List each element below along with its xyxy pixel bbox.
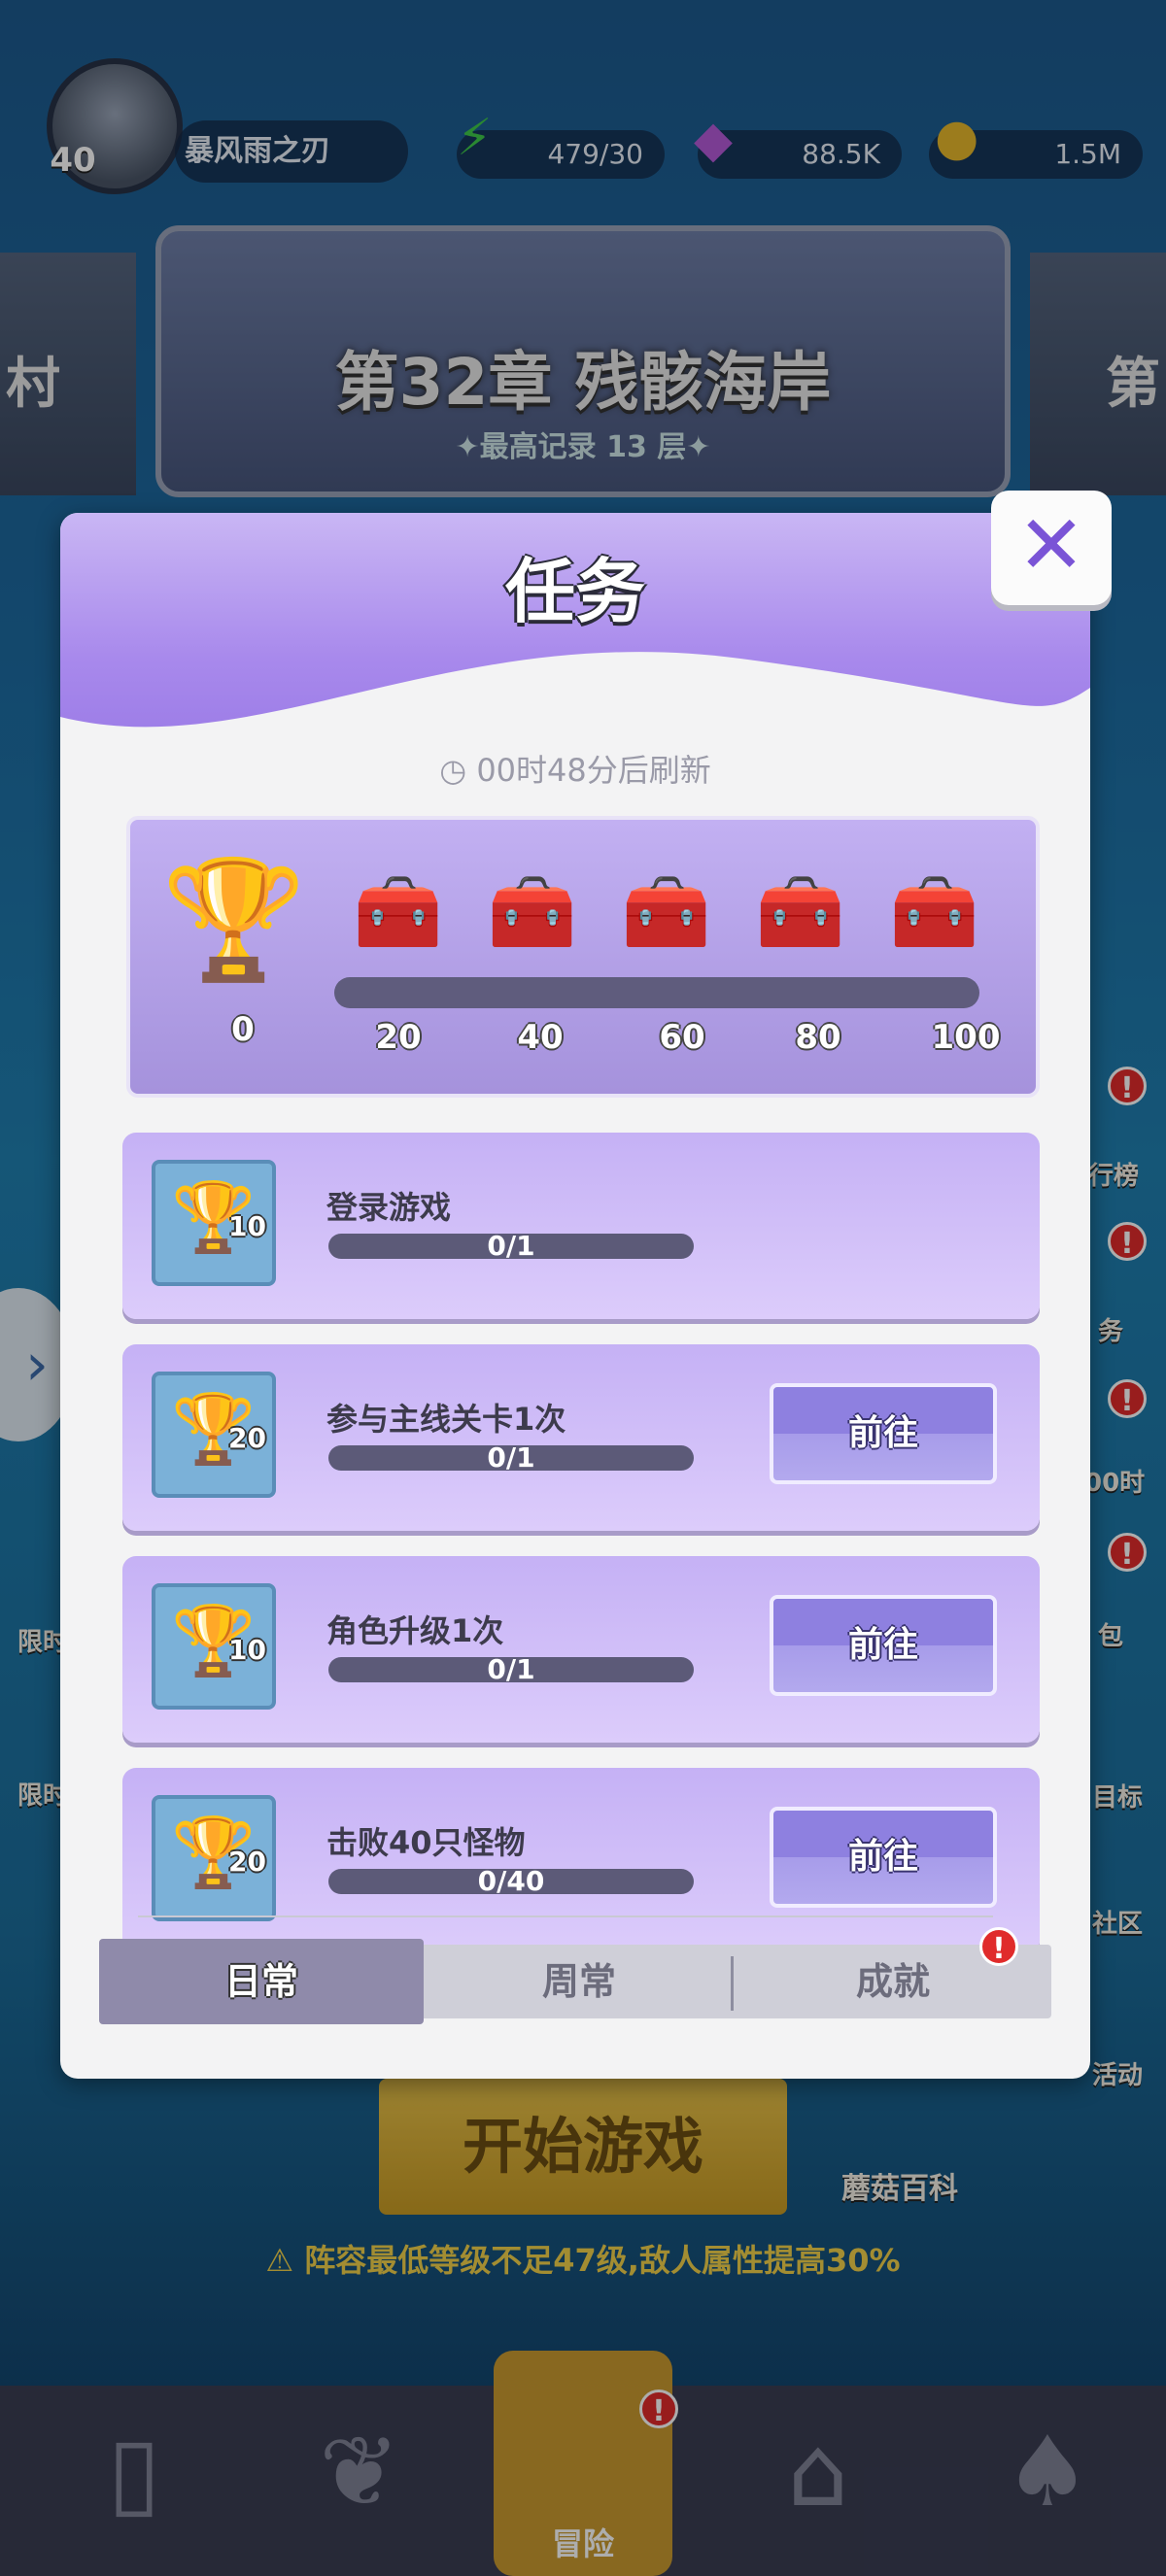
trophy-icon: 🏆 (161, 853, 307, 988)
task-item: 🏆 10 登录游戏 0/1 (122, 1133, 1040, 1319)
milestone-20: 20 (375, 1018, 422, 1057)
tab-separator (731, 1956, 734, 2011)
go-button[interactable]: 前往 (770, 1383, 997, 1484)
chest-icon[interactable]: 🧰 (620, 868, 713, 956)
chest-icon[interactable]: 🧰 (486, 868, 579, 956)
task-progress: 0/40 (328, 1868, 694, 1895)
tab-divider (138, 1915, 993, 1917)
chest-icon[interactable]: 🧰 (888, 868, 981, 956)
refresh-timer: ◷ 00时48分后刷新 (439, 752, 711, 789)
chest-icon[interactable]: 🧰 (754, 868, 847, 956)
milestone-100: 100 (931, 1018, 1001, 1057)
task-item: 🏆 20 击败40只怪物 0/40 前往 (122, 1768, 1040, 1947)
task-modal: 任务 ◷ 00时48分后刷新 🏆 0 🧰 🧰 🧰 🧰 🧰 20 40 60 80… (60, 513, 1090, 2079)
tab-daily[interactable]: 日常 (99, 1939, 424, 2024)
task-progress: 0/1 (328, 1656, 694, 1683)
task-progress: 0/1 (328, 1233, 694, 1260)
milestone-60: 60 (659, 1018, 705, 1057)
task-progress: 0/1 (328, 1444, 694, 1472)
task-name: 参与主线关卡1次 (326, 1401, 566, 1438)
chest-icon[interactable]: 🧰 (352, 868, 445, 956)
clock-icon: ◷ (439, 752, 467, 789)
go-button[interactable]: 前往 (770, 1807, 997, 1908)
alert-icon: ! (979, 1927, 1018, 1966)
task-name: 击败40只怪物 (326, 1824, 526, 1861)
task-item: 🏆 10 角色升级1次 0/1 前往 (122, 1556, 1040, 1743)
trophy-icon: 🏆 10 (152, 1160, 276, 1286)
tab-weekly[interactable]: 周常 (424, 1945, 735, 2018)
trophy-icon: 🏆 20 (152, 1795, 276, 1921)
task-name: 登录游戏 (326, 1189, 452, 1226)
task-name: 角色升级1次 (326, 1612, 504, 1649)
task-item: 🏆 20 参与主线关卡1次 0/1 前往 (122, 1344, 1040, 1531)
milestone-40: 40 (517, 1018, 564, 1057)
close-button[interactable]: ✕ (991, 491, 1112, 605)
modal-title: 任务 (504, 551, 645, 632)
milestone-80: 80 (795, 1018, 841, 1057)
task-list[interactable]: 🏆 10 登录游戏 0/1 🏆 20 参与主线关卡1次 0/1 前往 🏆 10 … (122, 1131, 1040, 1947)
reward-progress-bar (334, 977, 979, 1008)
current-points: 0 (231, 1010, 255, 1049)
go-button[interactable]: 前往 (770, 1595, 997, 1696)
trophy-icon: 🏆 10 (152, 1583, 276, 1710)
trophy-icon: 🏆 20 (152, 1372, 276, 1498)
